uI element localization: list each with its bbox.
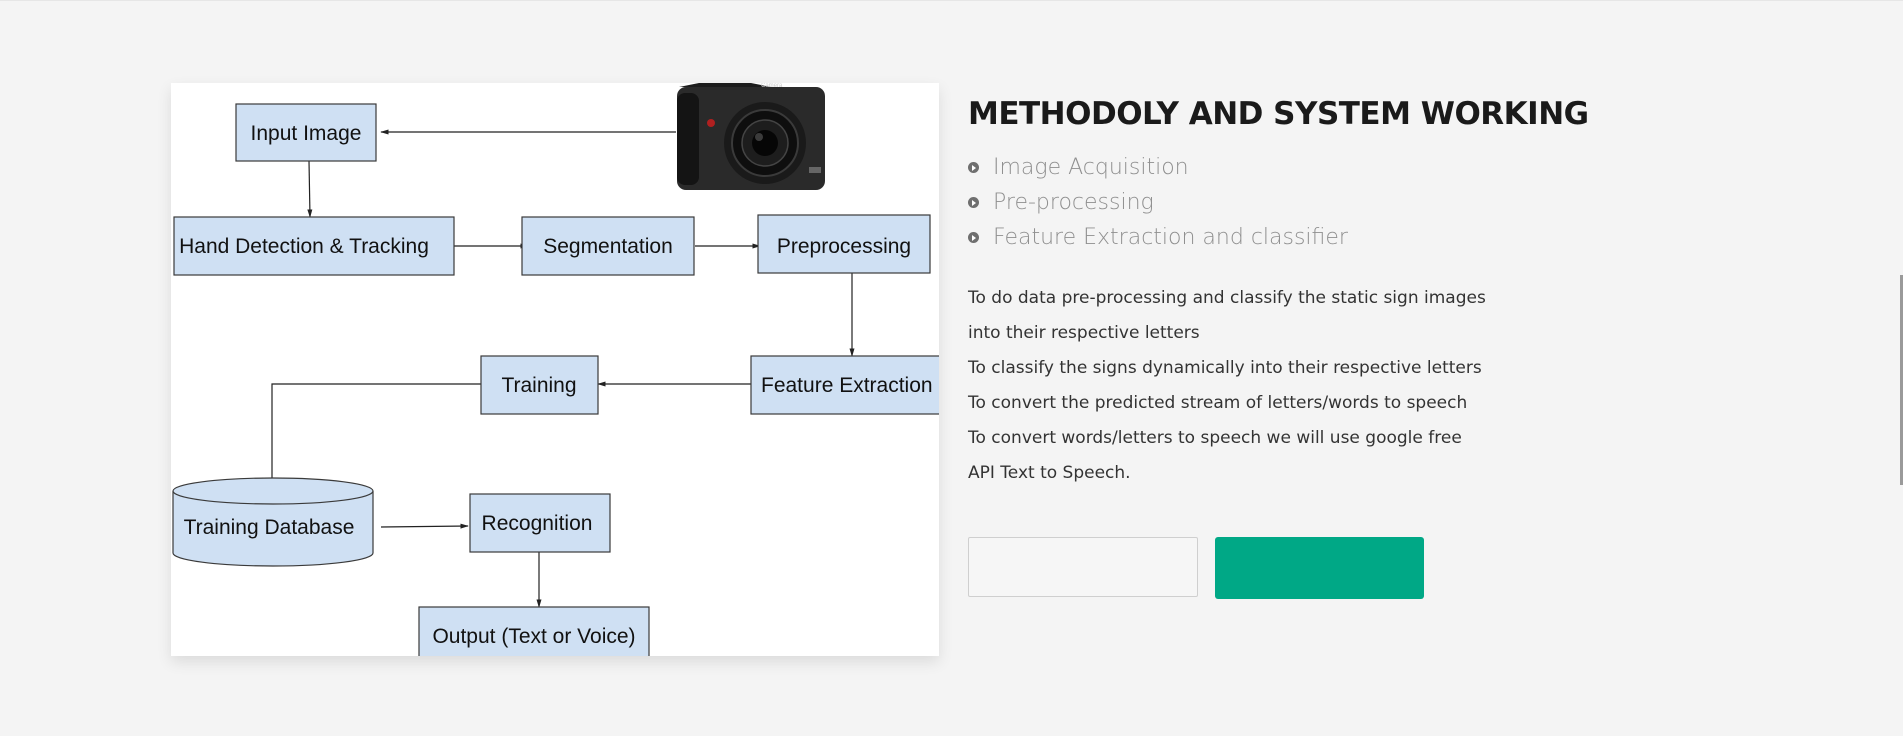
node-training: Training [480, 355, 599, 415]
list-item: Image Acquisition [968, 150, 1668, 185]
section-description: To do data pre-processing and classify t… [968, 281, 1668, 491]
description-line: API Text to Speech. [968, 463, 1131, 483]
node-input-image: Input Image [235, 103, 377, 162]
node-output: Output (Text or Voice) [418, 606, 650, 656]
svg-text:Preprocessing: Preprocessing [777, 235, 911, 258]
page-divider [0, 0, 1903, 1]
feature-list: Image Acquisition Pre-processing Feature… [968, 150, 1668, 255]
list-item: Feature Extraction and classifier [968, 220, 1668, 255]
list-item-label: Pre-processing [993, 190, 1154, 215]
svg-text:Feature Extraction: Feature Extraction [761, 374, 933, 397]
secondary-button[interactable] [968, 537, 1198, 597]
svg-text:Hand Detection & Tracking: Hand Detection & Tracking [179, 235, 429, 258]
section-title: METHODOLY AND SYSTEM WORKING [968, 96, 1589, 132]
edge-train-to-db [271, 383, 481, 481]
svg-text:Output (Text or Voice): Output (Text or Voice) [432, 625, 635, 648]
circle-arrow-icon [968, 232, 979, 243]
list-item-label: Feature Extraction and classifier [993, 225, 1348, 250]
svg-text:Segmentation: Segmentation [543, 235, 673, 258]
system-flow-diagram: Camera Input Image Hand Detection & Trac… [171, 83, 939, 656]
description-line: To classify the signs dynamically into t… [968, 358, 1482, 378]
list-item-label: Image Acquisition [993, 155, 1189, 180]
svg-text:Training Database: Training Database [184, 516, 355, 539]
methodology-section: METHODOLY AND SYSTEM WORKING Image Acqui… [968, 94, 1668, 491]
description-line: To convert words/letters to speech we wi… [968, 428, 1462, 448]
svg-text:Recognition: Recognition [482, 512, 593, 535]
node-segmentation: Segmentation [521, 216, 695, 276]
edge-db-to-recog [380, 523, 469, 529]
camera-brand-label: Camera [761, 83, 783, 89]
description-line: To do data pre-processing and classify t… [968, 288, 1486, 308]
list-item: Pre-processing [968, 185, 1668, 220]
node-preprocessing: Preprocessing [757, 214, 931, 274]
node-hand-detection: Hand Detection & Tracking [173, 216, 455, 276]
action-buttons [968, 537, 1424, 599]
edge-input-to-hand [307, 160, 313, 218]
description-line: To convert the predicted stream of lette… [968, 393, 1468, 413]
circle-arrow-icon [968, 197, 979, 208]
description-line: into their respective letters [968, 323, 1200, 343]
circle-arrow-icon [968, 162, 979, 173]
node-recognition: Recognition [469, 493, 611, 553]
node-feature-extraction: Feature Extraction [750, 355, 939, 415]
svg-text:Training: Training [501, 374, 576, 397]
svg-text:Input Image: Input Image [251, 122, 362, 145]
camera-icon: Camera [677, 83, 825, 190]
primary-button[interactable] [1215, 537, 1424, 599]
node-training-database: Training Database [172, 477, 374, 567]
